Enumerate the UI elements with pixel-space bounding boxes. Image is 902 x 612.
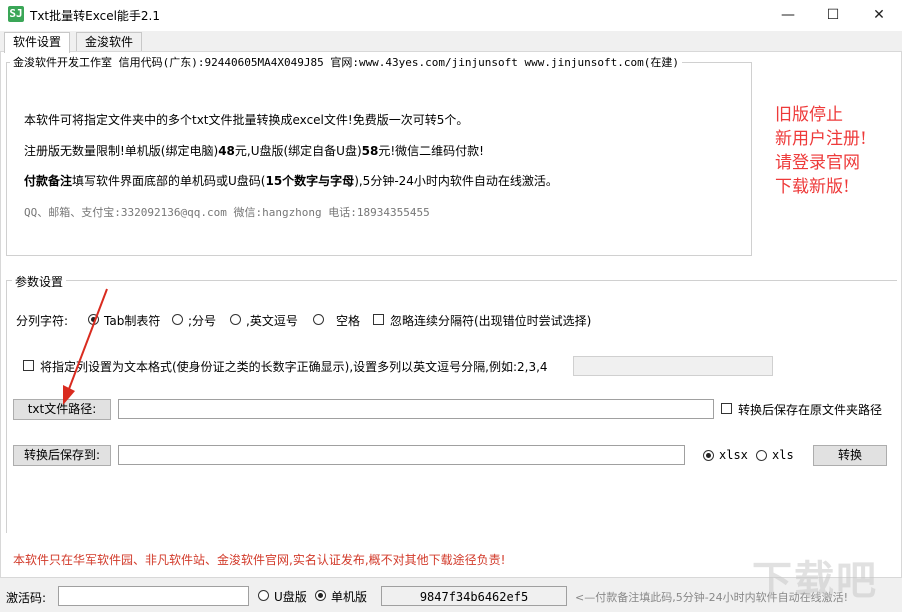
tab-jinjun[interactable]: 金浚软件 — [76, 32, 143, 52]
info-line-2: 注册版无数量限制!单机版(绑定电脑)48元,U盘版(绑定自备U盘)58元!微信二… — [24, 144, 484, 158]
window-title: Txt批量转Excel能手2.1 — [30, 9, 161, 23]
radio-standalone-version[interactable] — [315, 590, 326, 601]
notice-line: 下载新版! — [775, 177, 850, 197]
title-bar: SJ Txt批量转Excel能手2.1 — ☐ ✕ — [0, 0, 902, 31]
contact-info: QQ、邮箱、支付宝:332092136@qq.com 微信:hangzhong … — [24, 206, 430, 219]
app-icon: SJ — [8, 6, 24, 22]
radio-space[interactable] — [313, 314, 324, 325]
radio-xls[interactable] — [756, 450, 767, 461]
convert-button[interactable]: 转换 — [813, 445, 887, 466]
radio-usb-version[interactable] — [258, 590, 269, 601]
radio-xlsx[interactable] — [703, 450, 714, 461]
machine-code-display[interactable]: 9847f34b6462ef5 — [381, 586, 567, 606]
footer-notice: 本软件只在华军软件园、非凡软件站、金浚软件官网,实名认证发布,概不对其他下载途径… — [13, 553, 506, 567]
radio-standalone-label: 单机版 — [331, 590, 368, 604]
red-arrow-annotation — [63, 288, 108, 405]
radio-usb-label: U盘版 — [274, 590, 307, 604]
info-line-1: 本软件可将指定文件夹中的多个txt文件批量转换成excel文件!免费版一次可转5… — [24, 113, 469, 127]
info-header: 金浚软件开发工作室 信用代码(广东):92440605MA4X049J85 官网… — [10, 54, 682, 70]
radio-comma-label: ,英文逗号 — [246, 314, 298, 328]
watermark-logo: 下载吧 — [752, 558, 878, 604]
save-in-original-label: 转换后保存在原文件夹路径 — [738, 403, 883, 417]
text-format-checkbox[interactable] — [23, 360, 34, 371]
radio-space-label: 空格 — [336, 314, 361, 328]
save-in-original-checkbox[interactable] — [721, 403, 732, 414]
activation-code-input[interactable] — [58, 586, 249, 606]
close-button[interactable]: ✕ — [856, 0, 902, 31]
old-version-notice: 旧版停止 新用户注册! 请登录官网 下载新版! — [775, 103, 867, 199]
save-to-input[interactable] — [118, 445, 685, 465]
text-format-label: 将指定列设置为文本格式(使身份证之类的长数字正确显示),设置多列以英文逗号分隔,… — [40, 360, 548, 374]
radio-semicolon[interactable] — [172, 314, 183, 325]
ignore-consecutive-label: 忽略连续分隔符(出现错位时尝试选择) — [390, 314, 592, 328]
notice-line: 请登录官网 — [775, 153, 860, 173]
radio-xlsx-label: xlsx — [719, 448, 748, 462]
activation-label: 激活码: — [6, 591, 47, 605]
txt-path-input[interactable] — [118, 399, 714, 419]
info-line-3: 付款备注填写软件界面底部的单机码或U盘码(15个数字与字母),5分钟-24小时内… — [24, 174, 558, 188]
text-format-columns-input[interactable] — [573, 356, 773, 376]
radio-comma[interactable] — [230, 314, 241, 325]
radio-xls-label: xls — [772, 448, 794, 462]
tab-settings[interactable]: 软件设置 — [4, 32, 71, 53]
minimize-button[interactable]: — — [765, 0, 811, 31]
notice-line: 新用户注册! — [775, 129, 867, 149]
radio-semicolon-label: ;分号 — [188, 314, 217, 328]
maximize-button[interactable]: ☐ — [810, 0, 856, 31]
save-to-button[interactable]: 转换后保存到: — [13, 445, 111, 466]
ignore-consecutive-checkbox[interactable] — [373, 314, 384, 325]
info-group — [6, 62, 752, 256]
notice-line: 旧版停止 — [775, 105, 843, 125]
